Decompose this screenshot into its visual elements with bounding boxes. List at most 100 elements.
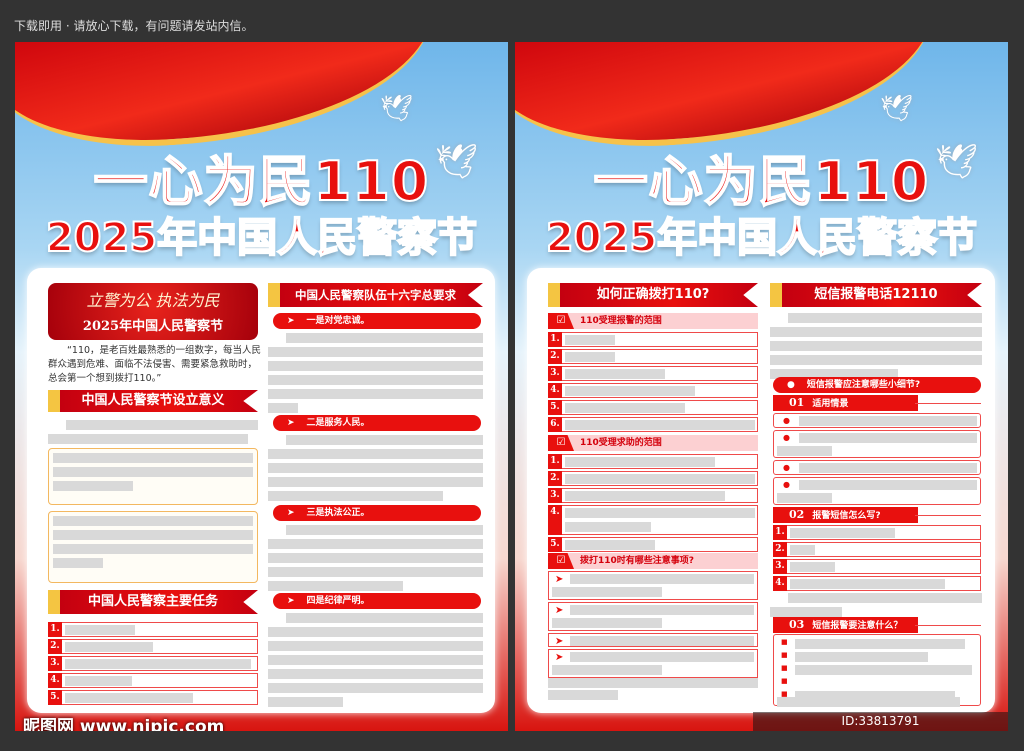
placeholder-text	[565, 420, 755, 430]
placeholder-text	[65, 642, 153, 652]
placeholder-text	[777, 493, 832, 503]
placeholder-text	[565, 540, 655, 550]
divider	[915, 515, 981, 516]
requirement-label: 一是对党忠诚。	[306, 316, 370, 326]
placeholder-text	[799, 433, 977, 443]
placeholder-text	[799, 416, 977, 426]
scenario-box: ●	[773, 413, 981, 428]
scenario-box: ●	[773, 460, 981, 475]
placeholder-text	[565, 457, 715, 467]
poster-left: 🕊 🕊 一心为民110 2025年中国人民警察节 立警为公 执法为民 2025年…	[15, 42, 508, 731]
row-number: 4.	[48, 673, 62, 688]
arrow-icon: ➤	[555, 636, 564, 647]
list-row: 1.	[548, 332, 758, 347]
tip-item: ■	[777, 664, 977, 677]
arrow-icon: ➤	[287, 418, 295, 428]
placeholder-text	[268, 347, 483, 357]
square-bullet-icon: ■	[781, 638, 788, 646]
list-row: 1.	[48, 622, 258, 637]
bullet-icon: ●	[787, 380, 795, 390]
list-row: 3.	[548, 488, 758, 503]
list-row: 4.	[548, 383, 758, 398]
subheader-label: 110受理求助的范围	[580, 438, 662, 448]
placeholder-text	[799, 463, 977, 473]
row-number: 3.	[773, 559, 787, 574]
requirement-pill: ➤ 二是服务人民。	[273, 415, 481, 431]
placeholder-text	[268, 553, 483, 563]
list-row: 4.	[773, 576, 981, 591]
scenario-box: ●	[773, 477, 981, 505]
list-row: 4.	[48, 673, 258, 688]
row-number: 2.	[773, 542, 787, 557]
placeholder-text	[268, 491, 443, 501]
placeholder-text	[286, 525, 483, 535]
placeholder-text	[565, 403, 685, 413]
list-row: 2.	[773, 542, 981, 557]
significance-box	[48, 448, 258, 505]
checkbox-icon: ☑	[548, 435, 574, 451]
placeholder-text	[552, 618, 662, 628]
placeholder-text	[565, 386, 695, 396]
note-box: ➤	[548, 633, 758, 647]
text-block	[770, 313, 982, 383]
placeholder-text	[799, 480, 977, 490]
placeholder-text	[268, 627, 483, 637]
placeholder-text	[268, 463, 483, 473]
requirement-label: 三是执法公正。	[306, 508, 370, 518]
square-bullet-icon: ■	[781, 664, 788, 672]
arrow-icon: ➤	[287, 508, 295, 518]
list-row: 1.	[773, 525, 981, 540]
sms-tips-box: ■ ■ ■ ■ ■	[773, 634, 981, 707]
watermark-id: ID:33813791 NO:20250108200437696125	[753, 712, 1008, 731]
requirement-pill: ➤ 三是执法公正。	[273, 505, 481, 521]
list-row: 3.	[773, 559, 981, 574]
requirement-pill: ➤ 一是对党忠诚。	[273, 313, 481, 329]
placeholder-text	[565, 508, 755, 518]
dove-icon: 🕊	[380, 94, 414, 124]
list-row: 5.	[548, 537, 758, 552]
download-notice: 下载即用 · 请放心下载，有问题请发站内信。	[14, 19, 254, 33]
placeholder-text	[286, 435, 483, 445]
row-number: 1.	[773, 525, 787, 540]
pill-label: 短信报警应注意哪些小细节?	[806, 380, 921, 390]
arrow-icon: ➤	[287, 596, 295, 606]
section-label: 报警短信怎么写?	[812, 511, 881, 521]
placeholder-text	[65, 659, 251, 669]
section-header-howto: 如何正确拨打110?	[548, 283, 758, 307]
placeholder-text	[790, 562, 835, 572]
row-number: 6.	[548, 417, 562, 432]
requirement-label: 二是服务人民。	[306, 418, 370, 428]
placeholder-text	[565, 522, 651, 532]
significance-box	[48, 511, 258, 583]
placeholder-text	[268, 655, 483, 665]
section-number: 03	[789, 618, 805, 631]
placeholder-text	[268, 697, 343, 707]
placeholder-text	[795, 691, 955, 701]
bullet-icon: ●	[783, 433, 790, 442]
list-row: 1.	[548, 454, 758, 469]
scenario-box: ●	[773, 430, 981, 458]
placeholder-text	[552, 587, 662, 597]
poster-right: 🕊 🕊 一心为民110 2025年中国人民警察节 如何正确拨打110? ☑ 110…	[515, 42, 1008, 731]
arrow-icon: ➤	[555, 574, 564, 585]
banner-slogan: 立警为公 执法为民	[86, 291, 220, 310]
section-header-requirements: 中国人民警察队伍十六字总要求	[268, 283, 483, 307]
placeholder-text	[790, 528, 895, 538]
row-number: 1.	[548, 454, 562, 469]
list-row: 5.	[548, 400, 758, 415]
row-number: 3.	[548, 488, 562, 503]
placeholder-text	[570, 636, 754, 646]
requirement-label: 四是纪律严明。	[306, 596, 370, 606]
arrow-icon: ➤	[555, 605, 564, 616]
list-row: 6.	[548, 417, 758, 432]
tip-item: ■	[777, 651, 977, 664]
row-number: 2.	[548, 471, 562, 486]
row-number: 2.	[548, 349, 562, 364]
bullet-icon: ●	[783, 416, 790, 425]
placeholder-text	[65, 693, 193, 703]
tip-item: ■	[777, 638, 977, 651]
placeholder-text	[268, 669, 483, 679]
placeholder-text	[552, 665, 662, 675]
placeholder-text	[286, 613, 483, 623]
placeholder-text	[565, 369, 665, 379]
